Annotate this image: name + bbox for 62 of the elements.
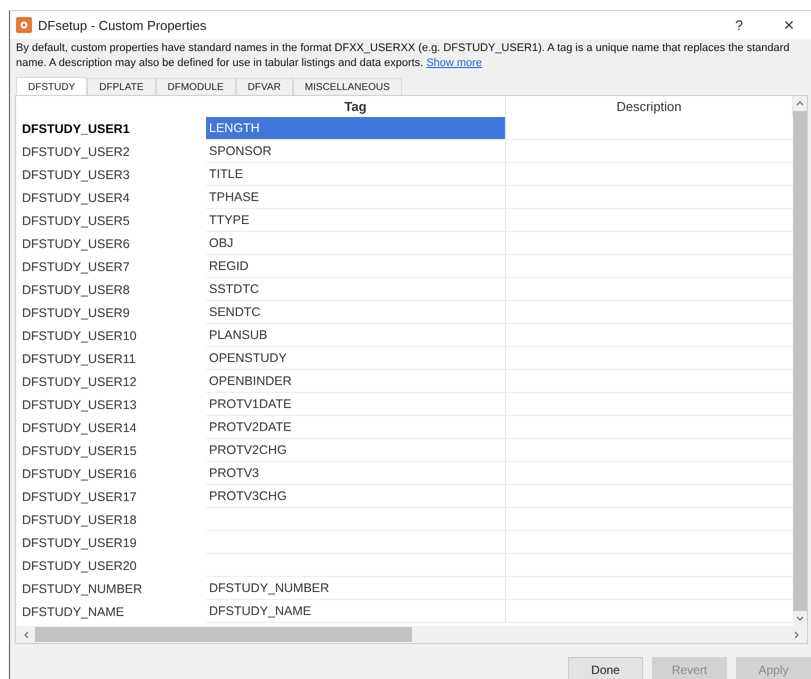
- tab[interactable]: DFPLATE: [87, 78, 156, 96]
- table-cell[interactable]: PLANSUB: [206, 324, 506, 347]
- tab[interactable]: MISCELLANEOUS: [292, 78, 402, 96]
- dialog-button[interactable]: Done: [568, 657, 643, 679]
- horizontal-scrollbar[interactable]: [16, 626, 807, 643]
- table-cell[interactable]: TPHASE: [206, 186, 506, 209]
- row-header: DFSTUDY_USER17: [21, 488, 138, 506]
- tab[interactable]: DFVAR: [236, 78, 293, 96]
- row-header: DFSTUDY_USER14: [21, 420, 138, 436]
- table-cell[interactable]: OPENSTUDY: [206, 347, 506, 370]
- row-header: DFSTUDY_USER7: [21, 258, 131, 276]
- table-cell[interactable]: [206, 508, 506, 531]
- close-button[interactable]: ×: [767, 11, 811, 39]
- row-header: DFSTUDY_USER9: [21, 304, 131, 322]
- row-header: DFSTUDY_USER6: [21, 236, 131, 252]
- table-cell[interactable]: LENGTH: [206, 117, 506, 140]
- table-cell[interactable]: PROTV2DATE: [206, 416, 506, 439]
- row-header: DFSTUDY_USER15: [21, 442, 138, 460]
- help-button[interactable]: ?: [717, 11, 761, 39]
- scroll-left-icon[interactable]: [24, 630, 29, 638]
- table-cell[interactable]: OBJ: [206, 232, 506, 255]
- show-more-link[interactable]: Show more: [426, 57, 482, 69]
- table-cell[interactable]: SENDTC: [206, 301, 506, 324]
- window-title: DFsetup - Custom Properties: [38, 18, 206, 32]
- row-header: DFSTUDY_USER5: [21, 212, 131, 230]
- table-cell[interactable]: DFSTUDY_NUMBER: [206, 577, 506, 600]
- table-cell[interactable]: TTYPE: [206, 209, 506, 232]
- tab[interactable]: DFSTUDY: [16, 77, 88, 96]
- scroll-down-icon[interactable]: [796, 616, 804, 621]
- row-header: DFSTUDY_USER16: [21, 466, 138, 482]
- scrollbar-thumb[interactable]: [35, 627, 412, 642]
- table-cell[interactable]: [206, 554, 506, 577]
- app-icon: [16, 17, 32, 33]
- row-header: DFSTUDY_USER4: [21, 190, 131, 206]
- table-cell[interactable]: PROTV3: [206, 462, 506, 485]
- row-header: DFSTUDY_USER12: [21, 374, 138, 390]
- table-cell[interactable]: PROTV1DATE: [206, 393, 506, 416]
- table-cell[interactable]: PROTV2CHG: [206, 439, 506, 462]
- row-header: DFSTUDY_USER3: [21, 166, 131, 184]
- row-header: DFSTUDY_USER11: [21, 350, 137, 368]
- scroll-right-icon[interactable]: [794, 630, 799, 638]
- scroll-up-icon[interactable]: [796, 101, 804, 106]
- row-header: DFSTUDY_USER1: [21, 120, 131, 138]
- row-header: DFSTUDY_USER8: [21, 282, 131, 298]
- table-cell[interactable]: OPENBINDER: [206, 370, 506, 393]
- table-cell[interactable]: [206, 531, 506, 554]
- row-header: DFSTUDY_USER20: [21, 558, 138, 574]
- row-header: DFSTUDY_USER19: [21, 534, 138, 552]
- table-cell[interactable]: SSTDTC: [206, 278, 506, 301]
- row-header: DFSTUDY_NUMBER: [21, 580, 144, 598]
- row-header: DFSTUDY_USER13: [21, 396, 138, 414]
- intro-text: By default, custom properties have standard names in the format DFXX_USERXX (e.g. DFSTUDY_USER1). A tag is a unique name that replaces the standard name. A description may also be defined for use in tabular listings and data exports. Show more: [16, 41, 790, 71]
- tab[interactable]: DFMODULE: [156, 78, 236, 96]
- table-cell[interactable]: REGID: [206, 255, 506, 278]
- row-header: DFSTUDY_USER10: [21, 328, 138, 344]
- row-header: DFSTUDY_NAME: [21, 604, 126, 620]
- table-cell[interactable]: TITLE: [206, 163, 506, 186]
- row-header: DFSTUDY_USER18: [21, 512, 138, 528]
- table-cell[interactable]: PROTV3CHG: [206, 485, 506, 508]
- table-cell[interactable]: SPONSOR: [206, 140, 506, 163]
- row-header: DFSTUDY_USER2: [21, 144, 131, 160]
- table-cell[interactable]: DFSTUDY_NAME: [206, 600, 506, 623]
